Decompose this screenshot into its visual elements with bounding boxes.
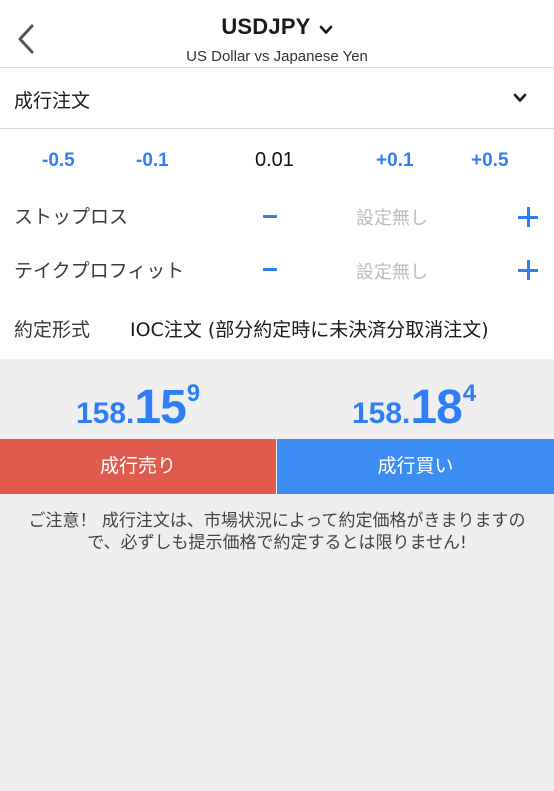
execution-type-value: IOC注文 (部分約定時に未決済分取消注文) <box>130 319 489 341</box>
stop-loss-value[interactable]: 設定無し <box>356 204 428 230</box>
market-buy-button[interactable]: 成行買い <box>277 439 554 494</box>
symbol-selector[interactable]: USDJPY <box>0 14 554 40</box>
stop-loss-label: ストップロス <box>14 206 129 228</box>
order-type-divider <box>0 128 554 129</box>
take-profit-label: テイクプロフィット <box>14 260 185 282</box>
stop-loss-plus-icon[interactable] <box>518 207 538 227</box>
lot-value[interactable]: 0.01 <box>255 149 294 172</box>
sell-price-pips: 15 <box>134 381 186 434</box>
order-type-selector[interactable]: 成行注文 <box>14 86 90 113</box>
execution-type-label: 約定形式 <box>14 319 91 341</box>
symbol-subtitle: US Dollar vs Japanese Yen <box>186 48 368 65</box>
lot-increase-large-button[interactable]: +0.5 <box>471 150 509 172</box>
buy-price-prefix: 158. <box>352 397 411 430</box>
sell-price-fraction: 9 <box>186 380 201 407</box>
take-profit-plus-icon[interactable] <box>518 260 538 280</box>
lot-decrease-large-button[interactable]: -0.5 <box>42 150 75 172</box>
lot-decrease-small-button[interactable]: -0.1 <box>136 150 169 172</box>
buy-price-fraction: 4 <box>462 380 477 407</box>
symbol-subtitle-wrap: US Dollar vs Japanese Yen <box>0 46 554 65</box>
market-order-notice: ご注意！ 成行注文は、市場状況によって約定価格がきまりますので、必ずしも提示価格… <box>28 511 526 553</box>
sell-price-prefix: 158. <box>76 397 135 430</box>
take-profit-value[interactable]: 設定無し <box>356 258 428 284</box>
stop-loss-minus-icon[interactable] <box>263 215 277 218</box>
sell-price: 158.159 <box>76 380 200 435</box>
market-sell-button[interactable]: 成行売り <box>0 439 276 494</box>
chevron-down-icon[interactable] <box>512 92 528 104</box>
chevron-down-icon <box>319 25 332 34</box>
symbol-title: USDJPY <box>221 14 311 39</box>
take-profit-minus-icon[interactable] <box>263 268 277 271</box>
header-divider <box>0 67 554 68</box>
lot-increase-small-button[interactable]: +0.1 <box>376 150 414 172</box>
buy-price: 158.184 <box>352 380 476 435</box>
buy-price-pips: 18 <box>410 381 462 434</box>
